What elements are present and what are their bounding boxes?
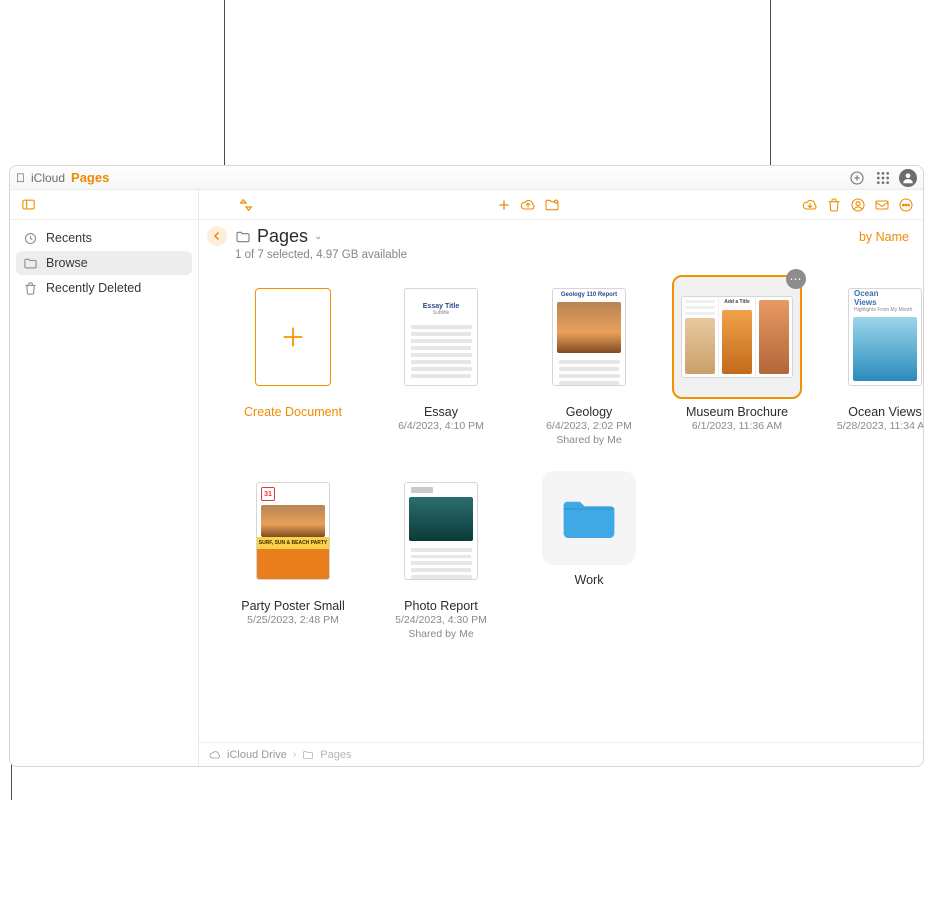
tile-subtext: Shared by Me [408,628,473,640]
delete-trash-icon[interactable] [825,196,843,214]
toggle-sidebar-icon[interactable] [18,195,38,215]
brand-icloud-label: iCloud [31,171,65,185]
collaborate-person-icon[interactable] [849,196,867,214]
breadcrumb-current: Pages [320,749,351,761]
account-avatar-icon[interactable] [899,169,917,187]
tile-label: Create Document [244,405,342,419]
tile-label: Ocean Views [848,405,921,419]
document-tile-photo-report[interactable]: Photo Report 5/24/2023, 4:30 PM Shared b… [367,465,515,655]
document-thumbnail: OceanViews Highlights From My Month [848,288,922,386]
upload-cloud-icon[interactable] [519,196,537,214]
canvas:  iCloud Pages [0,0,931,902]
download-cloud-icon[interactable] [801,196,819,214]
tile-meta: 5/24/2023, 4:30 PM [395,614,487,628]
tile-label: Party Poster Small [241,599,345,613]
trash-icon [22,280,38,296]
document-tile-museum-brochure[interactable]: Add a Title ⋯ Museum Brochure 6/1/2023, … [663,271,811,461]
tile-label: Essay [424,405,458,419]
tile-label: Museum Brochure [686,405,788,419]
back-button[interactable] [207,226,227,246]
sort-arrows-icon[interactable] [237,196,255,214]
sort-by-button[interactable]: by Name [859,226,911,244]
sidebar-item-label: Browse [46,256,88,270]
path-block: Pages ⌄ 1 of 7 selected, 4.97 GB availab… [235,226,407,261]
new-folder-icon[interactable] [543,196,561,214]
tile-meta: 5/25/2023, 2:48 PM [247,614,339,628]
chevron-right-icon: › [293,749,296,760]
tile-meta: 6/4/2023, 2:02 PM [546,420,632,434]
clock-icon [22,230,38,246]
view-grid-icon[interactable] [207,196,231,214]
add-plus-icon[interactable] [495,196,513,214]
chevron-down-icon: ⌄ [314,231,322,242]
sidebar-toolbar [10,190,198,220]
sidebar-item-label: Recents [46,231,92,245]
tile-subtext: Shared by Me [556,434,621,446]
tile-meta: 5/28/2023, 11:34 AM [837,420,923,434]
document-tile-essay[interactable]: Essay Title Subtitle Essay 6/4/2023, 4:1… [367,271,515,461]
document-grid: Create Document Essay Title Subtitle [199,261,923,742]
document-tile-ocean-views[interactable]: OceanViews Highlights From My Month Ocea… [811,271,923,461]
breadcrumb-root[interactable]: iCloud Drive [227,749,287,761]
cloud-icon [209,749,221,761]
app-window:  iCloud Pages [9,165,924,767]
tile-label: Photo Report [404,599,478,613]
document-thumbnail: Geology 110 Report [552,288,626,386]
create-document-tile[interactable]: Create Document [219,271,367,461]
folder-title: Pages [257,226,308,247]
plus-icon [255,288,331,386]
folder-tile-work[interactable]: Work [515,465,663,655]
document-thumbnail [404,482,478,580]
more-actions-badge-icon[interactable]: ⋯ [786,269,806,289]
window-body: Recents Browse Recently Deleted [10,190,923,766]
folder-title-row[interactable]: Pages ⌄ [235,226,407,247]
sidebar-list: Recents Browse Recently Deleted [10,220,198,300]
tile-meta: 6/4/2023, 4:10 PM [398,420,484,434]
more-ellipsis-circle-icon[interactable] [897,196,915,214]
title-bar:  iCloud Pages [10,166,923,190]
folder-small-icon [302,749,314,761]
document-thumbnail: 31 SURF, SUN & BEACH PARTY [256,482,330,580]
selection-status: 1 of 7 selected, 4.97 GB available [235,249,407,261]
tile-label: Work [575,573,604,587]
folder-outline-icon [235,229,251,245]
tile-meta: 6/1/2023, 11:36 AM [692,420,782,434]
content-toolbar [199,190,923,220]
document-thumbnail: Essay Title Subtitle [404,288,478,386]
brand-app-label: Pages [71,170,109,185]
document-tile-party-poster[interactable]: 31 SURF, SUN & BEACH PARTY Party Poster … [219,465,367,655]
content-area: Pages ⌄ 1 of 7 selected, 4.97 GB availab… [199,190,923,766]
sidebar-item-label: Recently Deleted [46,281,141,295]
share-envelope-icon[interactable] [873,196,891,214]
sidebar-item-recents[interactable]: Recents [10,226,198,250]
tile-label: Geology [566,405,613,419]
sidebar-item-browse[interactable]: Browse [16,251,192,275]
breadcrumb: iCloud Drive › Pages [199,742,923,766]
folder-large-icon [559,493,619,543]
app-launcher-grid-icon[interactable] [873,168,893,188]
add-plus-circle-icon[interactable] [847,168,867,188]
folder-icon [22,255,38,271]
document-tile-geology[interactable]: Geology 110 Report Geology 6/4/2023, 2:0… [515,271,663,461]
apple-logo-icon:  [16,171,25,185]
content-header: Pages ⌄ 1 of 7 selected, 4.97 GB availab… [199,220,923,261]
document-thumbnail: Add a Title [681,296,793,378]
sidebar-item-recently-deleted[interactable]: Recently Deleted [10,276,198,300]
sidebar: Recents Browse Recently Deleted [10,190,199,766]
